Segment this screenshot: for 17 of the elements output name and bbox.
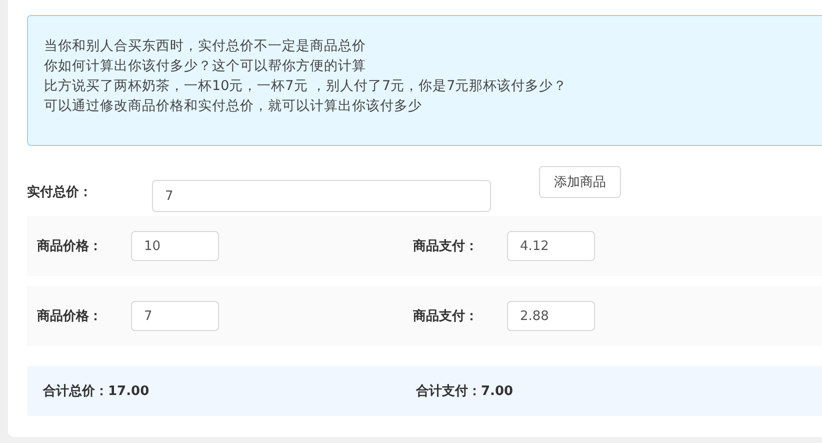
info-text: 你如何计算出你该付多少？这个可以帮你方便的计算 [44, 57, 367, 76]
payment-field[interactable]: 4.12 [507, 231, 595, 261]
total-field[interactable]: 7 [152, 180, 491, 212]
price-field[interactable]: 7 [131, 301, 219, 331]
summary-text: 合计总价：17.00 [43, 383, 150, 400]
payment-label: 商品支付： [413, 238, 479, 255]
info-text: 比方说买了两杯奶茶，一杯10元，一杯7元 ，别人付了7元，你是7元那杯该付多少？ [44, 77, 568, 96]
total-label: 实付总价： [27, 184, 93, 201]
price-field[interactable]: 10 [131, 231, 219, 261]
summary-text: 合计支付：7.00 [416, 383, 514, 400]
payment-field[interactable]: 2.88 [507, 301, 595, 331]
price-label: 商品价格： [37, 308, 103, 325]
info-text: 当你和别人合买东西时，实付总价不一定是商品总价 [44, 37, 367, 56]
info-text: 可以通过修改商品价格和实付总价，就可以计算出你该付多少 [44, 97, 423, 116]
price-label: 商品价格： [37, 238, 103, 255]
add-item-button[interactable]: 添加商品 [539, 166, 621, 198]
payment-label: 商品支付： [413, 308, 479, 325]
